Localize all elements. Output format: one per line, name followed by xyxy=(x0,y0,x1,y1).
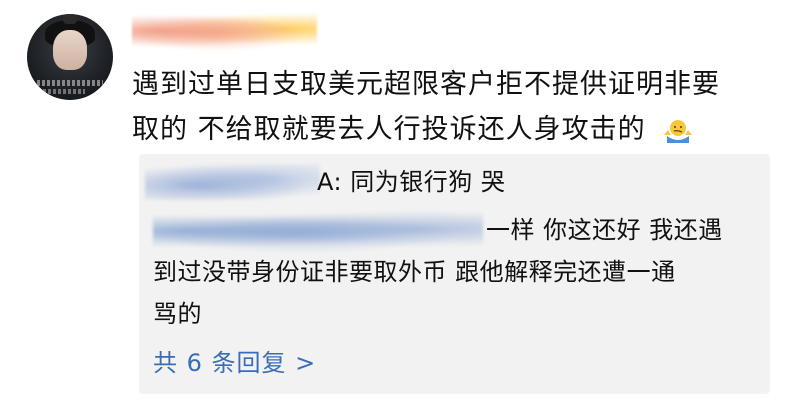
reply-username-2-blurred[interactable] xyxy=(153,210,483,252)
comment-line-1: 遇到过单日支取美元超限客户拒不提供证明非要 xyxy=(132,69,720,100)
comment-line-2: 取的 不给取就要去人行投诉还人身攻击的 xyxy=(132,107,772,152)
reply-username-blurred[interactable] xyxy=(145,164,320,200)
comment-line-2-text: 取的 不给取就要去人行投诉还人身攻击的 xyxy=(132,114,646,145)
avatar-caption xyxy=(37,80,103,86)
username-blurred[interactable] xyxy=(132,12,317,50)
avatar-caption-2 xyxy=(43,89,85,94)
shrug-emoji-icon xyxy=(664,119,693,143)
avatar[interactable] xyxy=(27,14,113,100)
reply-2-line-3: 骂的 xyxy=(153,300,202,328)
more-replies-link[interactable]: 共 6 条回复 > xyxy=(153,343,316,378)
avatar-face xyxy=(53,30,87,70)
avatar-hair-crown xyxy=(63,14,77,24)
reply-box[interactable]: A: 同为银行狗 哭 一样 你这还好 我还遇 到过没带身份证非要取外币 跟他解释… xyxy=(139,154,770,394)
reply-1-text: A: 同为银行狗 哭 xyxy=(317,168,506,196)
reply-2-line-2: 到过没带身份证非要取外币 跟他解释完还遭一通 xyxy=(153,258,676,286)
reply-2-line-1: 一样 你这还好 我还遇 xyxy=(486,216,723,244)
comment-body: 遇到过单日支取美元超限客户拒不提供证明非要 取的 不给取就要去人行投诉还人身攻击… xyxy=(132,62,772,152)
